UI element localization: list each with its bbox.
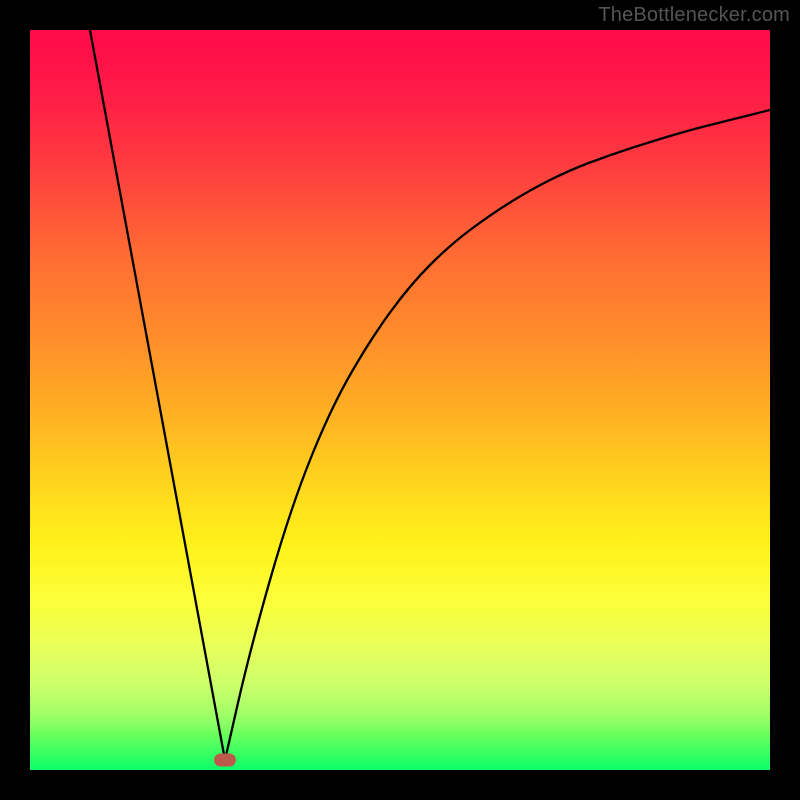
vertex-marker xyxy=(214,754,236,767)
curve-svg xyxy=(30,30,770,770)
left-branch-path xyxy=(90,30,225,760)
right-branch-path xyxy=(225,110,770,760)
watermark-text: TheBottlenecker.com xyxy=(598,4,790,27)
chart-frame: TheBottlenecker.com xyxy=(0,0,800,800)
plot-area xyxy=(30,30,770,770)
